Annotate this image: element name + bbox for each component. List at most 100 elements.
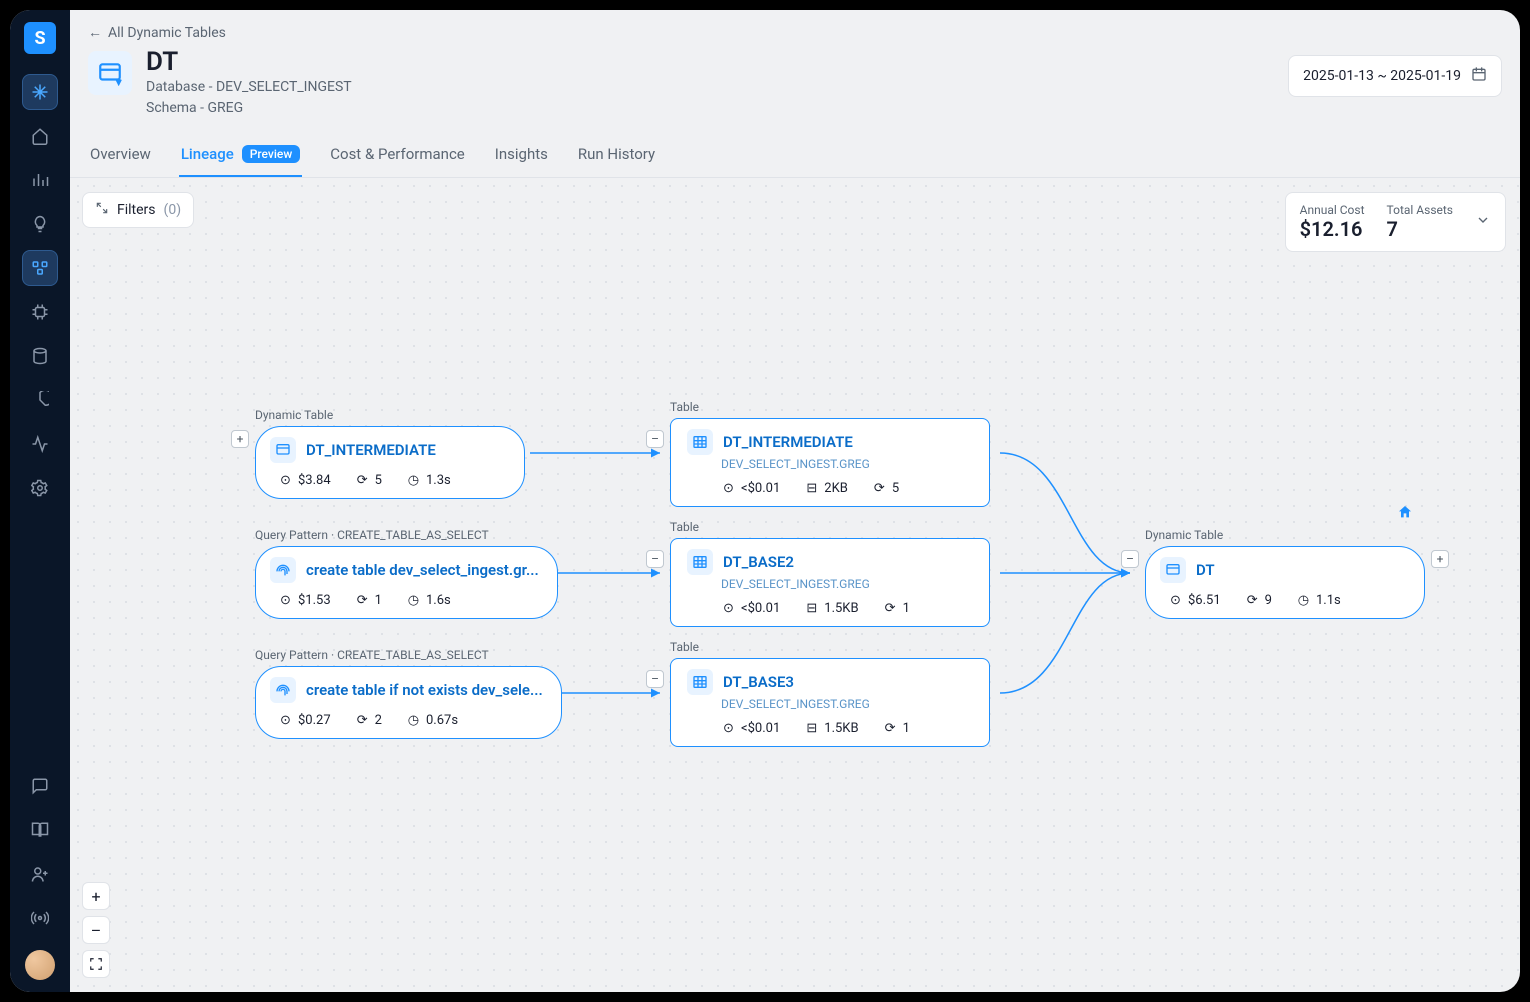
nav-cpu-icon[interactable] — [22, 294, 58, 330]
refresh-icon: ⟳ — [355, 473, 370, 488]
nav-chat-icon[interactable] — [22, 768, 58, 804]
node-type-label: Dynamic Table — [255, 408, 525, 422]
storage-icon: ⊟ — [804, 721, 819, 736]
nav-workflow-icon[interactable] — [22, 250, 58, 286]
tab-insights[interactable]: Insights — [493, 133, 550, 177]
zoom-in-button[interactable]: + — [82, 882, 110, 910]
nav-activity-icon[interactable] — [22, 426, 58, 462]
tab-run-history[interactable]: Run History — [576, 133, 657, 177]
tab-overview[interactable]: Overview — [88, 133, 153, 177]
filters-label: Filters — [117, 202, 156, 218]
node-type-label: Dynamic Table — [1145, 528, 1425, 542]
sidebar: S — [10, 10, 70, 992]
storage-icon: ⊟ — [804, 481, 819, 496]
clock-icon: ◷ — [406, 593, 421, 608]
page-title: DT — [146, 47, 352, 77]
expand-right-button[interactable]: + — [1431, 550, 1449, 568]
annual-cost-label: Annual Cost — [1300, 203, 1365, 217]
nav-database-icon[interactable] — [22, 338, 58, 374]
home-icon — [1397, 504, 1413, 524]
node-subtitle: DEV_SELECT_INGEST.GREG — [721, 457, 973, 471]
node-subtitle: DEV_SELECT_INGEST.GREG — [721, 697, 973, 711]
collapse-button[interactable]: – — [1121, 550, 1139, 568]
node-title: DT_INTERMEDIATE — [723, 433, 853, 451]
calendar-icon — [1471, 66, 1487, 86]
nav-book-icon[interactable] — [22, 812, 58, 848]
date-range-picker[interactable]: 2025-01-13 ~ 2025-01-19 — [1288, 55, 1502, 97]
dollar-icon: ⊙ — [1168, 593, 1183, 608]
database-label: Database - DEV_SELECT_INGEST — [146, 77, 352, 98]
nav-pie-icon[interactable] — [22, 382, 58, 418]
nav-user-add-icon[interactable] — [22, 856, 58, 892]
nav-broadcast-icon[interactable] — [22, 900, 58, 936]
user-avatar[interactable] — [25, 950, 55, 980]
fingerprint-icon — [270, 677, 296, 703]
dollar-icon: ⊙ — [278, 713, 293, 728]
fingerprint-icon — [270, 557, 296, 583]
breadcrumb-text: All Dynamic Tables — [108, 25, 226, 41]
node-table-dt-base2[interactable]: – DT_BASE2 DEV_SELECT_INGEST.GREG ⊙<$0.0… — [670, 538, 990, 627]
node-subtitle: DEV_SELECT_INGEST.GREG — [721, 577, 973, 591]
tab-lineage[interactable]: Lineage Preview — [179, 133, 302, 177]
tabs: Overview Lineage Preview Cost & Performa… — [70, 133, 1520, 178]
dynamic-table-icon — [1160, 557, 1186, 583]
node-title: DT_BASE2 — [723, 553, 794, 571]
table-icon — [687, 549, 713, 575]
dynamic-table-icon — [88, 51, 132, 95]
fit-view-button[interactable] — [82, 950, 110, 978]
refresh-icon: ⟳ — [883, 601, 898, 616]
lineage-canvas[interactable]: Filters (0) Annual Cost $12.16 Total Ass… — [70, 178, 1520, 992]
node-type-label: Table — [670, 400, 990, 414]
dollar-icon: ⊙ — [278, 593, 293, 608]
zoom-out-button[interactable]: – — [82, 916, 110, 944]
dollar-icon: ⊙ — [721, 721, 736, 736]
dynamic-table-icon — [270, 437, 296, 463]
node-table-dt-intermediate[interactable]: – DT_INTERMEDIATE DEV_SELECT_INGEST.GREG… — [670, 418, 990, 507]
expand-left-button[interactable]: + — [231, 430, 249, 448]
summary-card[interactable]: Annual Cost $12.16 Total Assets 7 — [1285, 192, 1506, 252]
annual-cost-value: $12.16 — [1300, 217, 1365, 241]
refresh-icon: ⟳ — [355, 593, 370, 608]
date-range-text: 2025-01-13 ~ 2025-01-19 — [1303, 68, 1461, 84]
arrow-left-icon: ← — [88, 24, 102, 41]
node-query-pattern-2[interactable]: create table if not exists dev_sele... ⊙… — [255, 666, 562, 739]
refresh-icon: ⟳ — [883, 721, 898, 736]
table-icon — [687, 669, 713, 695]
nav-gear-icon[interactable] — [22, 470, 58, 506]
chevron-down-icon — [1475, 212, 1491, 232]
table-icon — [687, 429, 713, 455]
clock-icon: ◷ — [1296, 593, 1311, 608]
node-title: create table if not exists dev_sele... — [306, 681, 543, 699]
collapse-button[interactable]: – — [646, 430, 664, 448]
app-logo[interactable]: S — [24, 22, 56, 54]
node-type-label: Table — [670, 640, 990, 654]
nav-home-icon[interactable] — [22, 118, 58, 154]
refresh-icon: ⟳ — [872, 481, 887, 496]
dollar-icon: ⊙ — [278, 473, 293, 488]
filters-button[interactable]: Filters (0) — [82, 192, 194, 228]
node-type-label: Table — [670, 520, 990, 534]
nav-chart-icon[interactable] — [22, 162, 58, 198]
node-query-pattern-1[interactable]: create table dev_select_ingest.gr... ⊙$1… — [255, 546, 558, 619]
total-assets-value: 7 — [1387, 217, 1453, 241]
node-table-dt-base3[interactable]: – DT_BASE3 DEV_SELECT_INGEST.GREG ⊙<$0.0… — [670, 658, 990, 747]
breadcrumb-back[interactable]: ← All Dynamic Tables — [70, 10, 1520, 47]
node-title: DT_BASE3 — [723, 673, 794, 691]
tab-cost-performance[interactable]: Cost & Performance — [328, 133, 467, 177]
clock-icon: ◷ — [406, 713, 421, 728]
schema-label: Schema - GREG — [146, 98, 352, 119]
nav-snowflake-icon[interactable] — [22, 74, 58, 110]
storage-icon: ⊟ — [804, 601, 819, 616]
total-assets-label: Total Assets — [1387, 203, 1453, 217]
collapse-button[interactable]: – — [646, 670, 664, 688]
collapse-button[interactable]: – — [646, 550, 664, 568]
node-title: create table dev_select_ingest.gr... — [306, 561, 539, 579]
node-dt-target[interactable]: – + DT ⊙$6.51 ⟳9 ◷1.1s — [1145, 546, 1425, 619]
preview-badge: Preview — [242, 145, 301, 163]
nav-bulb-icon[interactable] — [22, 206, 58, 242]
clock-icon: ◷ — [406, 473, 421, 488]
refresh-icon: ⟳ — [1245, 593, 1260, 608]
node-title: DT — [1196, 561, 1215, 579]
collapse-icon — [95, 201, 109, 219]
node-dt-intermediate-dynamic[interactable]: + DT_INTERMEDIATE ⊙$3.84 ⟳5 ◷1.3s — [255, 426, 525, 499]
